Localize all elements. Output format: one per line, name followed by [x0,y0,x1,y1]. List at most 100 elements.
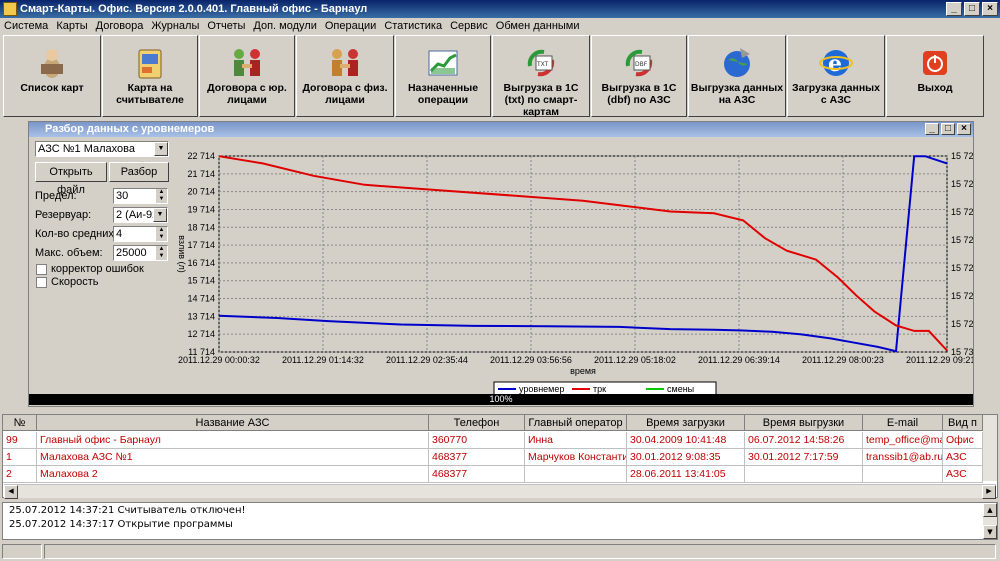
tank-select[interactable]: 2 (Аи-92) ▼ [113,207,168,223]
column-header[interactable]: Вид п [943,415,983,431]
limit-input[interactable]: 30 ▲ ▼ [113,188,168,204]
log-line: 25.07.2012 14:37:17 Открытие программы [9,519,233,530]
y-tick-label: 17 714 [187,240,215,250]
y2-tick-label: 15 729 702 [951,319,973,329]
table-cell[interactable]: 1 [3,449,37,466]
menu-statistics[interactable]: Статистика [380,20,446,32]
table-cell[interactable]: 30.01.2012 7:17:59 [745,449,863,466]
table-cell[interactable]: Офис [943,432,983,449]
table-cell[interactable]: temp_office@mai [863,432,943,449]
table-cell[interactable]: Марчуков Константин [525,449,627,466]
chart-operations-icon [425,46,461,80]
upload-to-stations-button[interactable]: Выгрузка данных на АЗС [688,35,786,117]
horizontal-scrollbar[interactable]: ◀ ▶ [4,484,996,499]
table-cell[interactable]: 06.07.2012 14:58:26 [745,432,863,449]
averages-spinner[interactable]: ▲ ▼ [156,227,167,241]
table-cell[interactable] [745,466,863,483]
column-header[interactable]: Время загрузки [627,415,745,431]
legal-contracts-button[interactable]: Договора с юр. лицами [199,35,295,117]
panel-close-button[interactable]: × [957,123,971,135]
menu-service[interactable]: Сервис [446,20,492,32]
table-cell[interactable]: 2 [3,466,37,483]
export-txt-button[interactable]: TXT Выгрузка в 1С (txt) по смарт-картам [492,35,590,118]
column-header[interactable]: Главный оператор [525,415,627,431]
corrector-checkbox[interactable] [36,264,47,275]
chevron-down-icon[interactable]: ▼ [153,208,167,222]
x-tick-label: 2011.12.29 09:21:36 [906,355,973,365]
corrector-label: корректор ошибок [51,263,144,275]
table-cell[interactable]: 30.04.2009 10:41:48 [627,432,745,449]
x-tick-label: 2011.12.29 05:18:02 [594,355,676,365]
table-cell[interactable]: АЗС [943,466,983,483]
card-list-button[interactable]: Список карт [3,35,101,117]
exit-button[interactable]: Выход [886,35,984,117]
table-cell[interactable]: 99 [3,432,37,449]
column-header[interactable]: Время выгрузки [745,415,863,431]
card-reader-button[interactable]: Карта на считывателе [102,35,198,117]
table-cell[interactable]: 468377 [429,449,525,466]
speed-checkbox[interactable] [36,277,47,288]
menu-extra-modules[interactable]: Доп. модули [249,20,320,32]
minimize-button[interactable]: _ [946,2,962,16]
scroll-right-icon[interactable]: ▶ [982,485,996,499]
column-header[interactable]: E-mail [863,415,943,431]
table-vertical-scrollbar[interactable] [983,415,997,481]
close-button[interactable]: × [982,2,998,16]
table-cell[interactable] [863,466,943,483]
menu-journals[interactable]: Журналы [147,20,203,32]
table-cell[interactable]: Инна [525,432,627,449]
globe-upload-icon [719,46,755,80]
event-log: 25.07.2012 14:37:21 Считыватель отключен… [2,502,998,540]
export-dbf-button[interactable]: DBF Выгрузка в 1С (dbf) по АЗС [591,35,687,117]
open-file-button[interactable]: Открыть файл [35,162,107,196]
panel-maximize-button[interactable]: □ [941,123,955,135]
scroll-down-icon[interactable]: ▼ [983,525,997,539]
menu-cards[interactable]: Карты [52,20,91,32]
level-data-window: Разбор данных с уровнемеров _ □ × АЗС №1… [28,121,974,407]
person-contracts-button[interactable]: Договора с физ. лицами [296,35,394,117]
parse-button[interactable]: Разбор [109,162,169,182]
limit-spinner[interactable]: ▲ ▼ [156,189,167,203]
log-scrollbar[interactable]: ▲ ▼ [983,503,997,539]
column-header[interactable]: № [3,415,37,431]
table-cell[interactable]: 28.06.2011 13:41:05 [627,466,745,483]
menu-system[interactable]: Система [0,20,52,32]
person-contract-icon [327,46,363,80]
table-cell[interactable]: Главный офис - Барнаул [37,432,429,449]
menu-contracts[interactable]: Договора [92,20,148,32]
y-tick-label: 20 714 [187,187,215,197]
table-cell[interactable]: 468377 [429,466,525,483]
x-tick-label: 2011.12.29 08:00:23 [802,355,884,365]
assigned-operations-button[interactable]: Назначенные операции [395,35,491,117]
menu-reports[interactable]: Отчеты [203,20,249,32]
scroll-left-icon[interactable]: ◀ [4,485,18,499]
status-panel [44,544,996,559]
column-header[interactable]: Телефон [429,415,525,431]
max-volume-spinner[interactable]: ▲ ▼ [156,246,167,260]
table-cell[interactable]: Малахова АЗС №1 [37,449,429,466]
table-cell[interactable]: 360770 [429,432,525,449]
table-cell[interactable]: 30.01.2012 9:08:35 [627,449,745,466]
maximize-button[interactable]: □ [964,2,980,16]
y-tick-label: 18 714 [187,222,215,232]
legend-entry: уровнемер [519,384,564,394]
table-cell[interactable] [525,466,627,483]
column-header[interactable]: Название АЗС [37,415,429,431]
legal-contract-icon [229,46,265,80]
download-from-stations-button[interactable]: e Загрузка данных с АЗС [787,35,885,117]
menu-data-exchange[interactable]: Обмен данными [492,20,584,32]
panel-minimize-button[interactable]: _ [925,123,939,135]
averages-input[interactable]: 4 ▲ ▼ [113,226,168,242]
app-icon [3,2,17,16]
table-cell[interactable]: АЗС [943,449,983,466]
chevron-down-icon[interactable]: ▼ [154,142,168,156]
menu-operations[interactable]: Операции [321,20,380,32]
x-tick-label: 2011.12.29 06:39:14 [698,355,780,365]
scroll-up-icon[interactable]: ▲ [983,503,997,517]
max-volume-input[interactable]: 25000 ▲ ▼ [113,245,168,261]
table-cell[interactable]: transsib1@ab.ru [863,449,943,466]
station-select[interactable]: АЗС №1 Малахова ▼ [35,141,169,157]
table-cell[interactable]: Малахова 2 [37,466,429,483]
status-panel [2,544,42,559]
menu-bar: Система Карты Договора Журналы Отчеты До… [0,18,1000,34]
